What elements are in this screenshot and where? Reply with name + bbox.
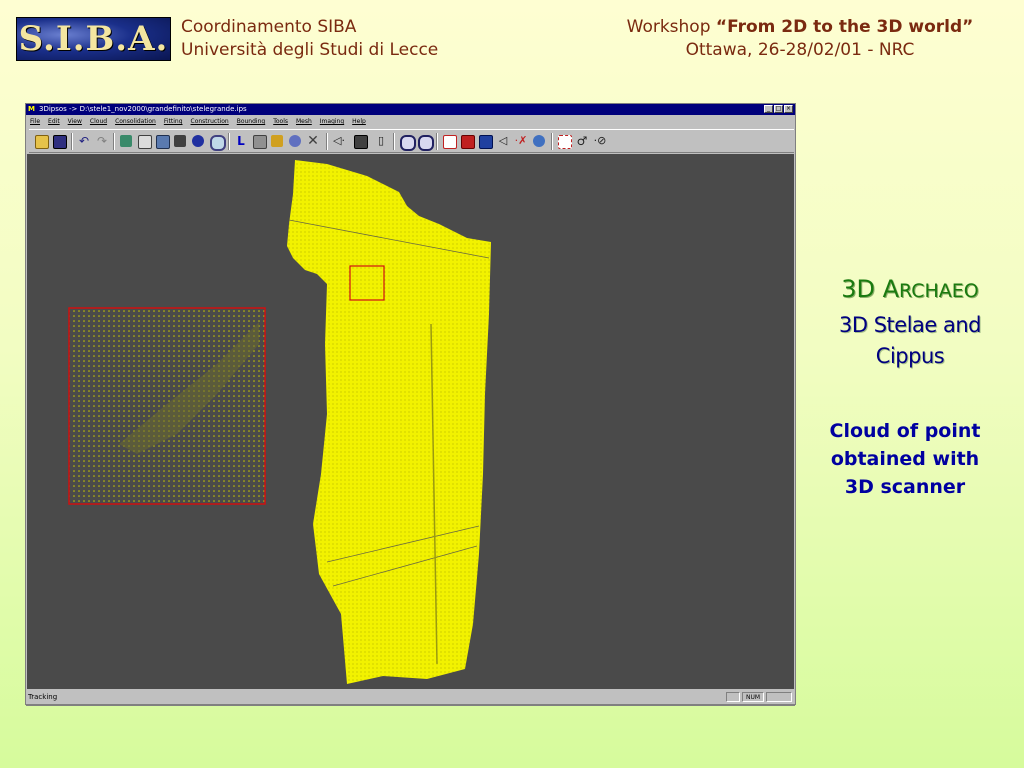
- menu-construction[interactable]: Construction: [191, 116, 229, 127]
- workshop-location: Ottawa, 26-28/02/01 - NRC: [685, 40, 915, 60]
- open-folder-icon[interactable]: [34, 134, 49, 149]
- status-panel: [766, 692, 792, 702]
- point-cloud-viewport[interactable]: [27, 154, 794, 689]
- brush-icon[interactable]: ·⊘: [593, 134, 607, 148]
- menu-consolidation[interactable]: Consolidation: [115, 116, 156, 127]
- point-tool-icon[interactable]: ◁·: [332, 134, 346, 148]
- window-title: 3Dipsos -> D:\stele1_nov2000\grandefinit…: [39, 105, 247, 113]
- axes-icon[interactable]: L: [234, 134, 248, 148]
- subtitle-line: 3D Stelae and: [839, 313, 982, 337]
- rotate-icon[interactable]: [288, 134, 302, 148]
- cloud-points-icon[interactable]: [119, 134, 133, 148]
- spline-icon[interactable]: ·✗: [514, 134, 528, 148]
- siba-logo: S.I.B.A.: [16, 17, 171, 61]
- zoom-out-icon[interactable]: [417, 134, 434, 151]
- camera-icon[interactable]: [173, 134, 187, 148]
- title-first: 3D A: [841, 275, 899, 303]
- sync-icon[interactable]: [532, 134, 546, 148]
- slide-note: Cloud of point obtained with 3D scanner: [800, 417, 1010, 501]
- workshop-line: Workshop “From 2D to the 3D world”: [560, 16, 1024, 39]
- menu-edit[interactable]: Edit: [48, 116, 60, 127]
- close-button[interactable]: ×: [784, 105, 793, 113]
- minimize-button[interactable]: _: [764, 105, 773, 113]
- header-org: Coordinamento SIBA: [181, 17, 357, 37]
- title-rest: RCHAEO: [899, 280, 979, 302]
- toolbar-separator: [228, 133, 230, 150]
- nav-left-icon[interactable]: ◁: [496, 134, 510, 148]
- menu-bounding[interactable]: Bounding: [237, 116, 265, 127]
- menu-imaging[interactable]: Imaging: [320, 116, 344, 127]
- ruler-icon[interactable]: ▯: [374, 134, 388, 148]
- erase-icon[interactable]: [442, 134, 457, 149]
- window-controls: _ □ ×: [764, 105, 793, 113]
- redo-icon[interactable]: ↷: [95, 134, 109, 148]
- logo-text: S.I.B.A.: [18, 19, 169, 59]
- view-icon[interactable]: [460, 134, 475, 149]
- zoom-in-icon[interactable]: [399, 134, 416, 151]
- select-region-icon[interactable]: [557, 134, 572, 149]
- menu-help[interactable]: Help: [352, 116, 366, 127]
- slide-title: 3D ARCHAEO: [790, 274, 1024, 306]
- menu-mesh[interactable]: Mesh: [296, 116, 312, 127]
- menu-file[interactable]: File: [30, 116, 40, 127]
- header-university: Università degli Studi di Lecce: [181, 40, 439, 60]
- menu-cloud[interactable]: Cloud: [90, 116, 107, 127]
- settings-icon[interactable]: ♂: [575, 134, 589, 148]
- lock-icon[interactable]: [252, 134, 267, 149]
- menu-bar: File Edit View Cloud Consolidation Fitti…: [26, 116, 795, 127]
- toolbar-separator: [551, 133, 553, 150]
- toolbar-separator: [326, 133, 328, 150]
- toolbar: ↶ ↷ L ✕ ◁· ▯ ◁ ·✗ ♂ ·⊘: [29, 129, 794, 153]
- status-text: Tracking: [28, 693, 58, 701]
- toolbar-separator: [113, 133, 115, 150]
- point-cloud-canvas[interactable]: [27, 154, 794, 689]
- status-panel: [726, 692, 740, 702]
- save-icon[interactable]: [52, 134, 67, 149]
- slide-subtitle: 3D Stelae and Cippus: [800, 310, 1020, 372]
- subtitle-line: Cippus: [875, 344, 945, 368]
- magnify-icon[interactable]: [209, 134, 226, 151]
- workshop-prefix: Workshop: [626, 17, 716, 37]
- workshop-title: “From 2D to the 3D world”: [715, 17, 974, 37]
- note-line: obtained with: [830, 448, 980, 470]
- menu-tools[interactable]: Tools: [273, 116, 288, 127]
- app-window: M 3Dipsos -> D:\stele1_nov2000\grandefin…: [25, 103, 796, 706]
- person-icon[interactable]: [191, 134, 205, 148]
- info-icon[interactable]: [478, 134, 493, 149]
- toolbar-separator: [393, 133, 395, 150]
- header-left: Coordinamento SIBA Università degli Stud…: [181, 16, 438, 62]
- print-icon[interactable]: [137, 134, 152, 149]
- status-bar: Tracking NUM: [26, 690, 795, 704]
- display-mode-icon[interactable]: [353, 134, 368, 149]
- menu-view[interactable]: View: [68, 116, 82, 127]
- window-bottom-edge: [26, 704, 795, 706]
- menu-fitting[interactable]: Fitting: [164, 116, 183, 127]
- title-bar[interactable]: M 3Dipsos -> D:\stele1_nov2000\grandefin…: [26, 104, 795, 115]
- note-line: 3D scanner: [844, 476, 966, 498]
- num-lock-indicator: NUM: [742, 692, 764, 702]
- delete-icon[interactable]: ✕: [306, 134, 320, 148]
- maximize-button[interactable]: □: [774, 105, 783, 113]
- app-icon[interactable]: M: [28, 105, 37, 114]
- undo-icon[interactable]: ↶: [77, 134, 91, 148]
- toolbar-separator: [436, 133, 438, 150]
- note-line: Cloud of point: [829, 420, 981, 442]
- header-right: Workshop “From 2D to the 3D world” Ottaw…: [560, 16, 1024, 62]
- image-icon[interactable]: [155, 134, 170, 149]
- arrows-icon[interactable]: [270, 134, 284, 148]
- toolbar-separator: [71, 133, 73, 150]
